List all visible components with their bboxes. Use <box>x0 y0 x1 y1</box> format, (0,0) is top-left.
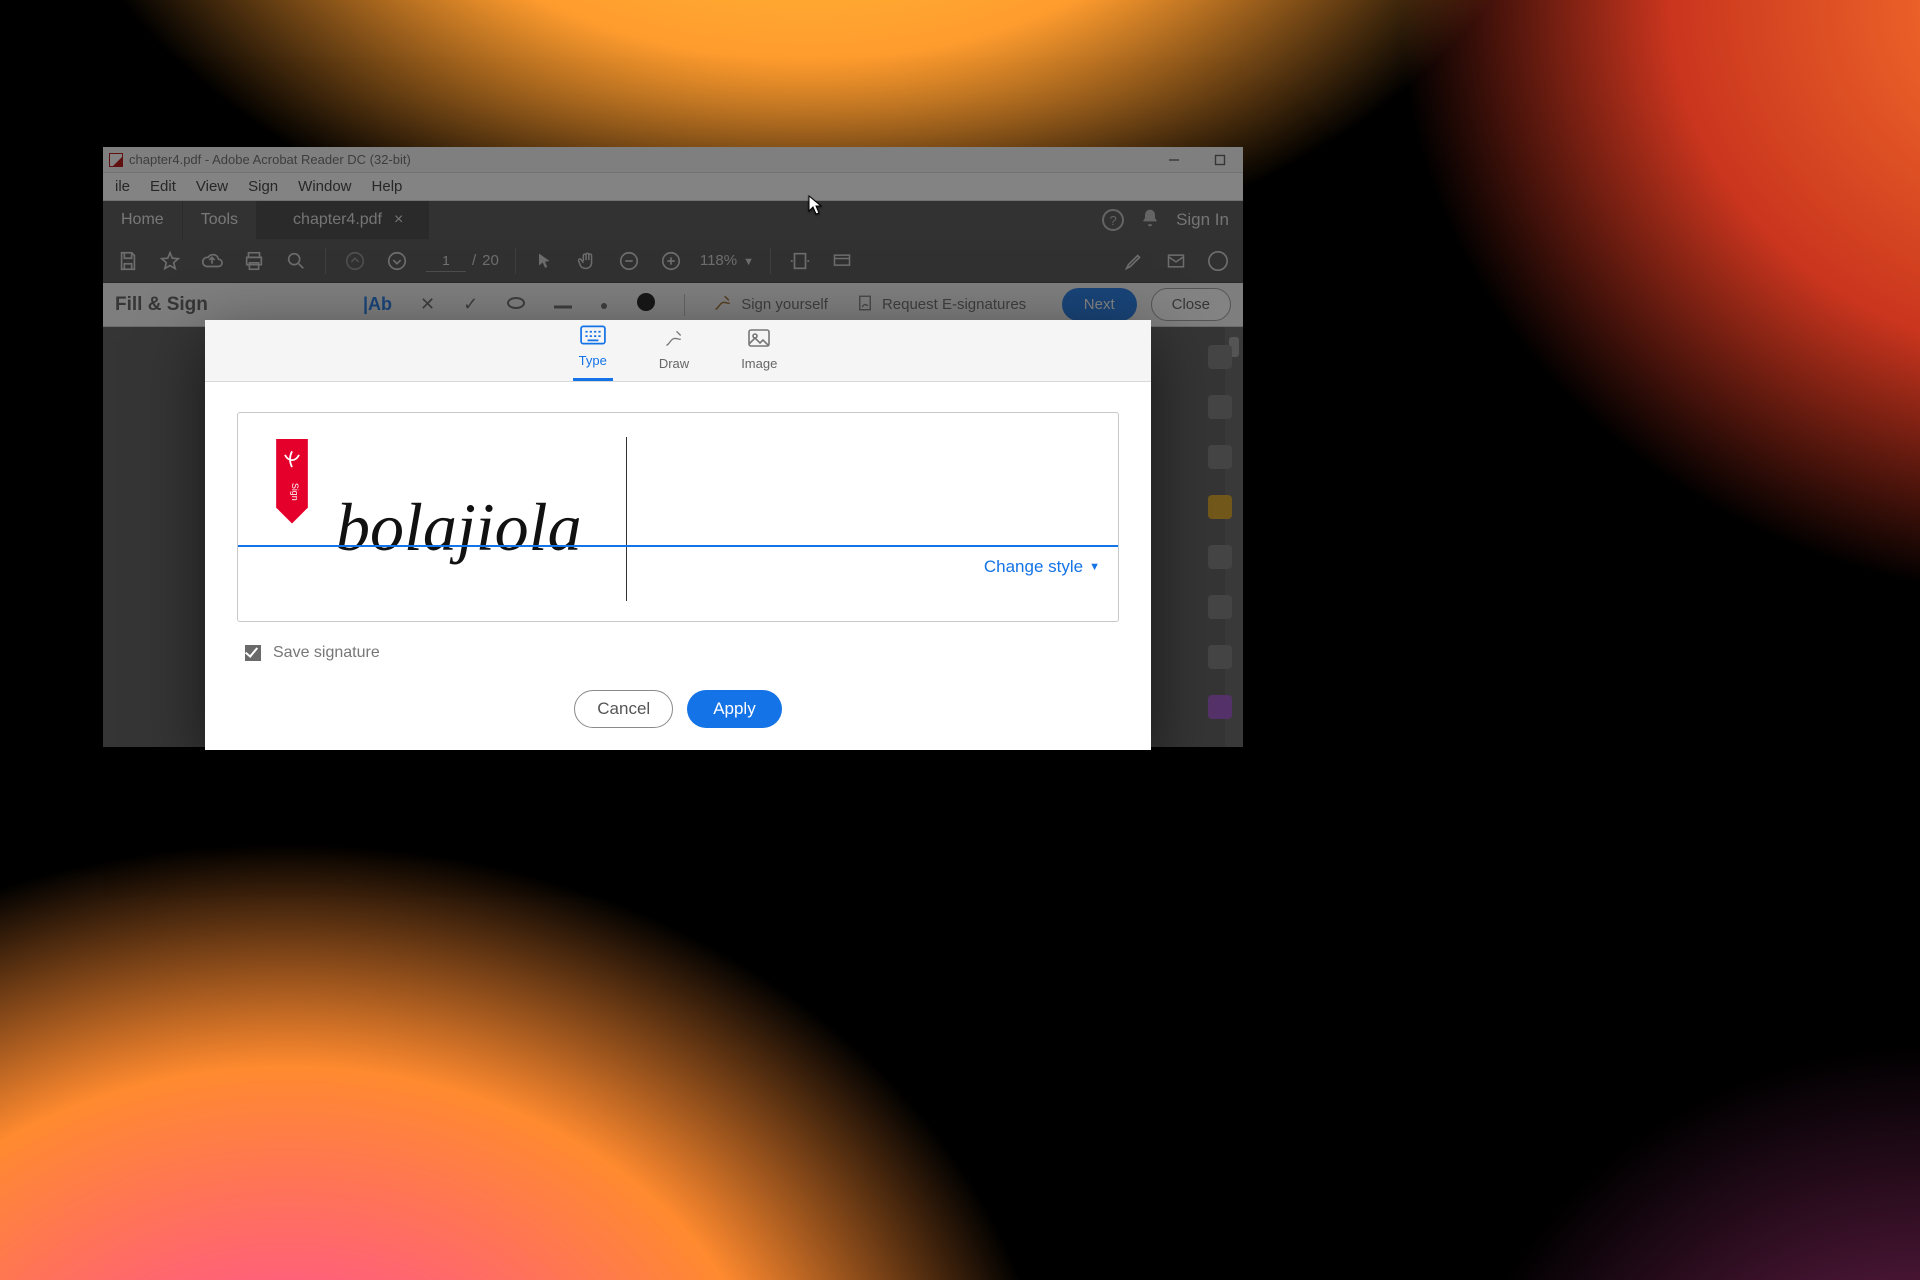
window-title: chapter4.pdf - Adobe Acrobat Reader DC (… <box>129 152 411 167</box>
cancel-button[interactable]: Cancel <box>574 690 673 728</box>
close-button[interactable]: Close <box>1151 288 1231 321</box>
circle-tool-icon[interactable] <box>506 294 526 315</box>
signature-tab-type[interactable]: Type <box>573 319 613 381</box>
signature-tab-image-label: Image <box>741 356 777 371</box>
sign-in-link[interactable]: Sign In <box>1176 210 1229 230</box>
chevron-down-icon: ▼ <box>743 256 754 268</box>
signature-typed-text: bolajiola <box>336 437 1098 567</box>
zoom-in-icon[interactable] <box>658 248 684 274</box>
window-minimize[interactable] <box>1151 147 1197 173</box>
side-tool-3[interactable] <box>1208 445 1232 469</box>
tab-home[interactable]: Home <box>103 201 183 239</box>
menu-help[interactable]: Help <box>362 175 413 198</box>
zoom-value: 118% <box>700 252 737 269</box>
cloud-upload-icon[interactable] <box>199 248 225 274</box>
svg-text:Sign: Sign <box>290 483 300 501</box>
image-icon <box>747 328 771 354</box>
signature-dialog: Type Draw Image Sign bolajiola <box>205 320 1151 750</box>
hand-tool-icon[interactable] <box>574 248 600 274</box>
menu-file[interactable]: ile <box>105 175 140 198</box>
zoom-out-icon[interactable] <box>616 248 642 274</box>
text-tool-icon[interactable]: |Ab <box>363 294 392 315</box>
draw-icon <box>662 328 686 354</box>
chevron-down-icon: ▼ <box>1089 561 1100 573</box>
tab-tools[interactable]: Tools <box>183 201 257 239</box>
find-icon[interactable] <box>283 248 309 274</box>
save-signature-checkbox[interactable] <box>245 645 261 661</box>
signature-input-area[interactable]: Sign bolajiola Change style ▼ <box>237 412 1119 622</box>
signature-tab-image[interactable]: Image <box>735 322 783 381</box>
x-mark-tool-icon[interactable]: ✕ <box>420 294 435 315</box>
avatar-icon[interactable] <box>1205 248 1231 274</box>
tab-document-label: chapter4.pdf <box>293 211 382 229</box>
next-button[interactable]: Next <box>1062 288 1137 321</box>
document-tabstrip: Home Tools chapter4.pdf × ? Sign In <box>103 201 1243 239</box>
window-maximize[interactable] <box>1197 147 1243 173</box>
signature-dialog-tabs: Type Draw Image <box>205 320 1151 382</box>
signature-baseline <box>238 545 1118 547</box>
menu-view[interactable]: View <box>186 175 238 198</box>
page-indicator: / 20 <box>426 250 499 272</box>
star-icon[interactable] <box>157 248 183 274</box>
tab-document-close-icon[interactable]: × <box>394 211 403 229</box>
color-picker-icon[interactable] <box>636 292 656 317</box>
dot-tool-icon[interactable] <box>600 294 608 315</box>
document-sign-icon <box>856 293 874 317</box>
side-tool-2[interactable] <box>1208 395 1232 419</box>
selection-tool-icon[interactable] <box>532 248 558 274</box>
page-separator: / <box>472 252 476 269</box>
sign-here-bookmark-icon: Sign <box>272 439 312 527</box>
window-titlebar: chapter4.pdf - Adobe Acrobat Reader DC (… <box>103 147 1243 173</box>
sign-yourself-label: Sign yourself <box>741 296 828 313</box>
zoom-select[interactable]: 118% ▼ <box>700 252 754 269</box>
menu-edit[interactable]: Edit <box>140 175 186 198</box>
keyboard-icon <box>580 325 606 351</box>
bell-icon[interactable] <box>1140 208 1160 233</box>
main-toolbar: / 20 118% ▼ <box>103 239 1243 283</box>
side-tool-4[interactable] <box>1208 495 1232 519</box>
side-tool-6[interactable] <box>1208 595 1232 619</box>
menu-sign[interactable]: Sign <box>238 175 288 198</box>
side-tool-8[interactable] <box>1208 695 1232 719</box>
right-side-panel <box>1197 335 1243 719</box>
print-icon[interactable] <box>241 248 267 274</box>
page-down-icon[interactable] <box>384 248 410 274</box>
signature-tab-draw[interactable]: Draw <box>653 322 695 381</box>
signature-tab-type-label: Type <box>579 353 607 368</box>
share-mail-icon[interactable] <box>1163 248 1189 274</box>
side-tool-5[interactable] <box>1208 545 1232 569</box>
checkmark-tool-icon[interactable]: ✓ <box>463 294 478 315</box>
side-tool-7[interactable] <box>1208 645 1232 669</box>
text-cursor <box>626 437 627 601</box>
help-icon[interactable]: ? <box>1102 209 1124 231</box>
page-number-input[interactable] <box>426 250 466 272</box>
line-tool-icon[interactable] <box>554 294 572 315</box>
fit-width-icon[interactable] <box>787 248 813 274</box>
save-icon[interactable] <box>115 248 141 274</box>
request-esignatures-label: Request E-signatures <box>882 296 1026 313</box>
read-mode-icon[interactable] <box>829 248 855 274</box>
save-signature-label: Save signature <box>273 644 380 662</box>
fill-sign-title: Fill & Sign <box>115 294 208 316</box>
acrobat-app-icon <box>109 153 123 167</box>
apply-button[interactable]: Apply <box>687 690 782 728</box>
page-total: 20 <box>482 252 499 269</box>
side-tool-1[interactable] <box>1208 345 1232 369</box>
page-up-icon[interactable] <box>342 248 368 274</box>
menubar: ile Edit View Sign Window Help <box>103 173 1243 201</box>
pen-icon <box>713 292 733 317</box>
sign-yourself-button[interactable]: Sign yourself <box>713 292 828 317</box>
change-style-label: Change style <box>984 557 1083 577</box>
highlighter-icon[interactable] <box>1121 248 1147 274</box>
menu-window[interactable]: Window <box>288 175 361 198</box>
tab-document[interactable]: chapter4.pdf × <box>257 201 429 239</box>
change-style-link[interactable]: Change style ▼ <box>984 557 1100 577</box>
signature-tab-draw-label: Draw <box>659 356 689 371</box>
request-esignatures-button[interactable]: Request E-signatures <box>856 293 1026 317</box>
